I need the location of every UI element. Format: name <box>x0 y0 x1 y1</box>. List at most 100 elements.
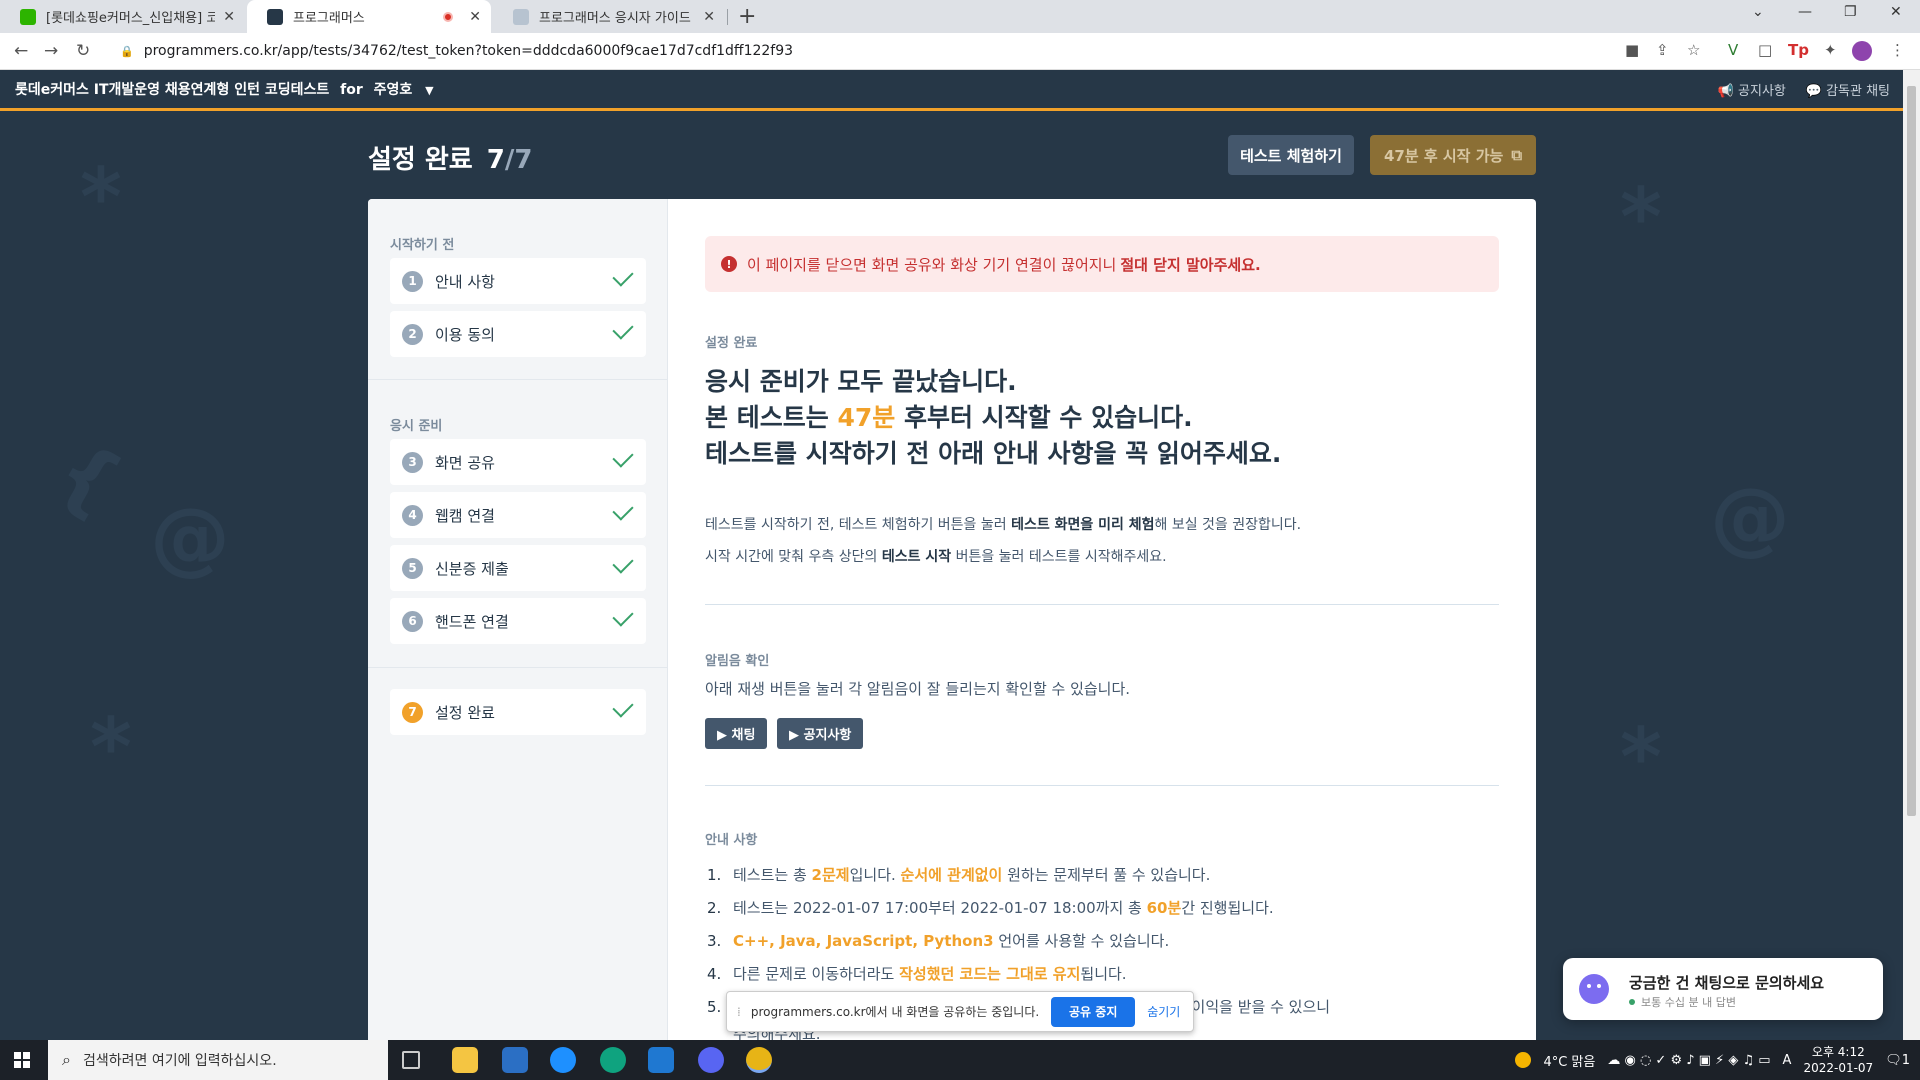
check-icon <box>612 446 634 468</box>
tray-icons[interactable]: ☁ ◉ ◌ ✓ ⚙ ♪ ▣ ⚡ ◈ ♫ ▭ <box>1607 1053 1770 1068</box>
notification-icon[interactable]: 🗨1 <box>1885 1053 1910 1068</box>
sidebar-item-guide[interactable]: 1 안내 사항 <box>390 258 646 304</box>
chat-bot-avatar <box>1579 974 1609 1004</box>
online-dot-icon <box>1629 999 1635 1005</box>
sidebar-item-label: 안내 사항 <box>435 272 495 291</box>
chrome-icon[interactable] <box>746 1047 772 1073</box>
system-tray: 4°C 맑음 ☁ ◉ ◌ ✓ ⚙ ♪ ▣ ⚡ ◈ ♫ ▭ A 오후 4:12 2… <box>1515 1040 1920 1080</box>
item-number: 1. <box>707 866 722 884</box>
notice-link[interactable]: 📢 공지사항 <box>1718 80 1786 99</box>
restore-icon[interactable]: ❐ <box>1844 4 1857 20</box>
sound-check-label: 알림음 확인 <box>705 654 770 669</box>
notice-text: 원하는 문제부터 풀 수 있습니다. <box>1002 866 1211 884</box>
mail-icon[interactable] <box>648 1047 674 1073</box>
user-name: 주영호 <box>373 82 413 98</box>
windows-start-icon[interactable] <box>14 1052 30 1068</box>
headline-line1: 응시 준비가 모두 끝났습니다. <box>705 367 1017 396</box>
url-input[interactable]: 🔒 programmers.co.kr/app/tests/34762/test… <box>108 37 1608 65</box>
decorative-at: @ <box>150 491 230 584</box>
tab-programmers[interactable]: 프로그래머스 ✕ <box>247 0 491 33</box>
notice-section-label: 안내 사항 <box>705 833 758 848</box>
sidebar-item-label: 이용 동의 <box>435 325 495 344</box>
edge-icon[interactable] <box>600 1047 626 1073</box>
tab-lotte[interactable]: [롯데쇼핑e커머스_신입채용] 코딩 ✕ <box>0 0 245 33</box>
page-scrollbar[interactable] <box>1903 70 1920 1040</box>
check-icon <box>612 499 634 521</box>
reload-icon[interactable]: ↻ <box>76 41 90 61</box>
drag-handle-icon[interactable]: ⁞ <box>737 1005 741 1019</box>
app-header: 롯데e커머스 IT개발운영 채용연계형 인턴 코딩테스트 for 주영호 ▼ 📢… <box>0 70 1920 111</box>
star-icon[interactable]: ☆ <box>1687 41 1700 59</box>
close-icon[interactable]: ✕ <box>223 9 235 25</box>
alert-text: 이 페이지를 닫으면 화면 공유와 화상 기기 연결이 끊어지니 <box>747 255 1117 274</box>
notice-link-label: 공지사항 <box>1738 83 1786 99</box>
menu-icon[interactable]: ⋮ <box>1890 41 1905 59</box>
internet-explorer-icon[interactable] <box>550 1047 576 1073</box>
headline: 응시 준비가 모두 끝났습니다. 본 테스트는 47분 후부터 시작할 수 있습… <box>705 364 1281 472</box>
sidebar-item-webcam[interactable]: 4 웹캠 연결 <box>390 492 646 538</box>
chat-title: 궁금한 건 채팅으로 문의하세요 <box>1629 974 1825 992</box>
para1-bold: 테스트 화면을 미리 체험 <box>1011 517 1155 533</box>
sidebar-item-agreement[interactable]: 2 이용 동의 <box>390 311 646 357</box>
headline2-post: 후부터 시작할 수 있습니다. <box>903 403 1193 432</box>
kakao-favicon-icon <box>20 8 36 25</box>
sidebar-divider <box>368 379 668 380</box>
start-test-button[interactable]: 47분 후 시작 가능 ⧉ <box>1370 135 1536 175</box>
test-title[interactable]: 롯데e커머스 IT개발운영 채용연계형 인턴 코딩테스트 for 주영호 ▼ <box>15 79 434 99</box>
camera-icon[interactable]: ■ <box>1625 41 1639 59</box>
share-icon[interactable]: ⇪ <box>1656 41 1669 59</box>
proctor-chat-label: 감독관 채팅 <box>1826 83 1890 99</box>
decorative-asterisk: * <box>80 151 122 244</box>
chat-widget[interactable]: 궁금한 건 채팅으로 문의하세요 보통 수십 분 내 답변 <box>1563 958 1883 1020</box>
sidebar-item-setup-done[interactable]: 7 설정 완료 <box>390 689 646 735</box>
extension-tp-icon[interactable]: Tp <box>1788 41 1809 59</box>
start-test-label: 47분 후 시작 가능 <box>1383 146 1504 165</box>
windows-taskbar: ⌕ 검색하려면 여기에 입력하십시오. 4°C 맑음 ☁ ◉ ◌ ✓ ⚙ ♪ ▣… <box>0 1040 1920 1080</box>
decorative-asterisk: * <box>1620 711 1662 804</box>
store-icon[interactable] <box>502 1047 528 1073</box>
new-tab-icon[interactable]: + <box>738 4 756 29</box>
warning-alert: ! 이 페이지를 닫으면 화면 공유와 화상 기기 연결이 끊어지니 절대 닫지… <box>705 236 1499 292</box>
para1-post: 해 보실 것을 권장합니다. <box>1154 517 1302 533</box>
tab-guide[interactable]: 프로그래머스 응시자 가이드 ✕ <box>493 0 725 33</box>
instruction-line2: 시작 시간에 맞춰 우측 상단의 테스트 시작 버튼을 눌러 테스트를 시작해주… <box>705 541 1301 573</box>
task-view-icon[interactable] <box>402 1051 420 1069</box>
content-panel: ! 이 페이지를 닫으면 화면 공유와 화상 기기 연결이 끊어지니 절대 닫지… <box>705 199 1499 1040</box>
clock[interactable]: 오후 4:12 2022-01-07 <box>1803 1044 1873 1076</box>
address-bar-row: ← → ↻ 🔒 programmers.co.kr/app/tests/3476… <box>0 33 1920 70</box>
scrollbar-thumb[interactable] <box>1907 86 1916 816</box>
profile-avatar[interactable] <box>1852 41 1872 61</box>
window-close-icon[interactable]: ✕ <box>1890 4 1902 20</box>
back-icon[interactable]: ← <box>14 41 28 61</box>
sidebar-item-phone[interactable]: 6 핸드폰 연결 <box>390 598 646 644</box>
puzzle-icon[interactable]: ✦ <box>1824 41 1837 59</box>
weather-text[interactable]: 4°C 맑음 <box>1543 1051 1595 1070</box>
share-status-text: programmers.co.kr에서 내 화면을 공유하는 중입니다. <box>750 1005 1040 1019</box>
ime-indicator[interactable]: A <box>1783 1053 1792 1068</box>
check-icon <box>612 318 634 340</box>
list-item: 3. C++, Java, JavaScript, Python3 언어를 사용할… <box>705 925 1499 958</box>
sidebar-item-id-card[interactable]: 5 신분증 제출 <box>390 545 646 591</box>
taskbar-search-input[interactable]: ⌕ 검색하려면 여기에 입력하십시오. <box>48 1040 388 1080</box>
hide-share-bar-link[interactable]: 숨기기 <box>1147 1003 1180 1020</box>
close-icon[interactable]: ✕ <box>469 9 481 25</box>
tab-search-icon[interactable]: ⌄ <box>1752 4 1764 20</box>
discord-icon[interactable] <box>698 1047 724 1073</box>
extension-blank-icon[interactable]: □ <box>1758 41 1772 59</box>
for-label: for <box>340 82 363 98</box>
screen-share-bar: ⁞ programmers.co.kr에서 내 화면을 공유하는 중입니다. 공… <box>726 991 1194 1032</box>
try-test-button[interactable]: 테스트 체험하기 <box>1228 135 1354 175</box>
play-notice-sound-button[interactable]: ▶ 공지사항 <box>777 718 864 749</box>
tab-label: 프로그래머스 응시자 가이드 <box>539 11 691 26</box>
file-explorer-icon[interactable] <box>452 1047 478 1073</box>
stop-sharing-button[interactable]: 공유 중지 <box>1051 996 1136 1027</box>
forward-icon[interactable]: → <box>44 41 58 61</box>
sidebar-item-screen-share[interactable]: 3 화면 공유 <box>390 439 646 485</box>
play-chat-sound-button[interactable]: ▶ 채팅 <box>705 718 768 749</box>
proctor-chat-link[interactable]: 💬 감독관 채팅 <box>1806 80 1890 99</box>
notice-text: 다른 문제로 이동하더라도 <box>733 965 900 983</box>
guide-favicon-icon <box>513 8 529 25</box>
minimize-icon[interactable]: — <box>1798 4 1812 20</box>
extension-v-icon[interactable]: V <box>1728 41 1738 59</box>
close-icon[interactable]: ✕ <box>703 9 715 25</box>
